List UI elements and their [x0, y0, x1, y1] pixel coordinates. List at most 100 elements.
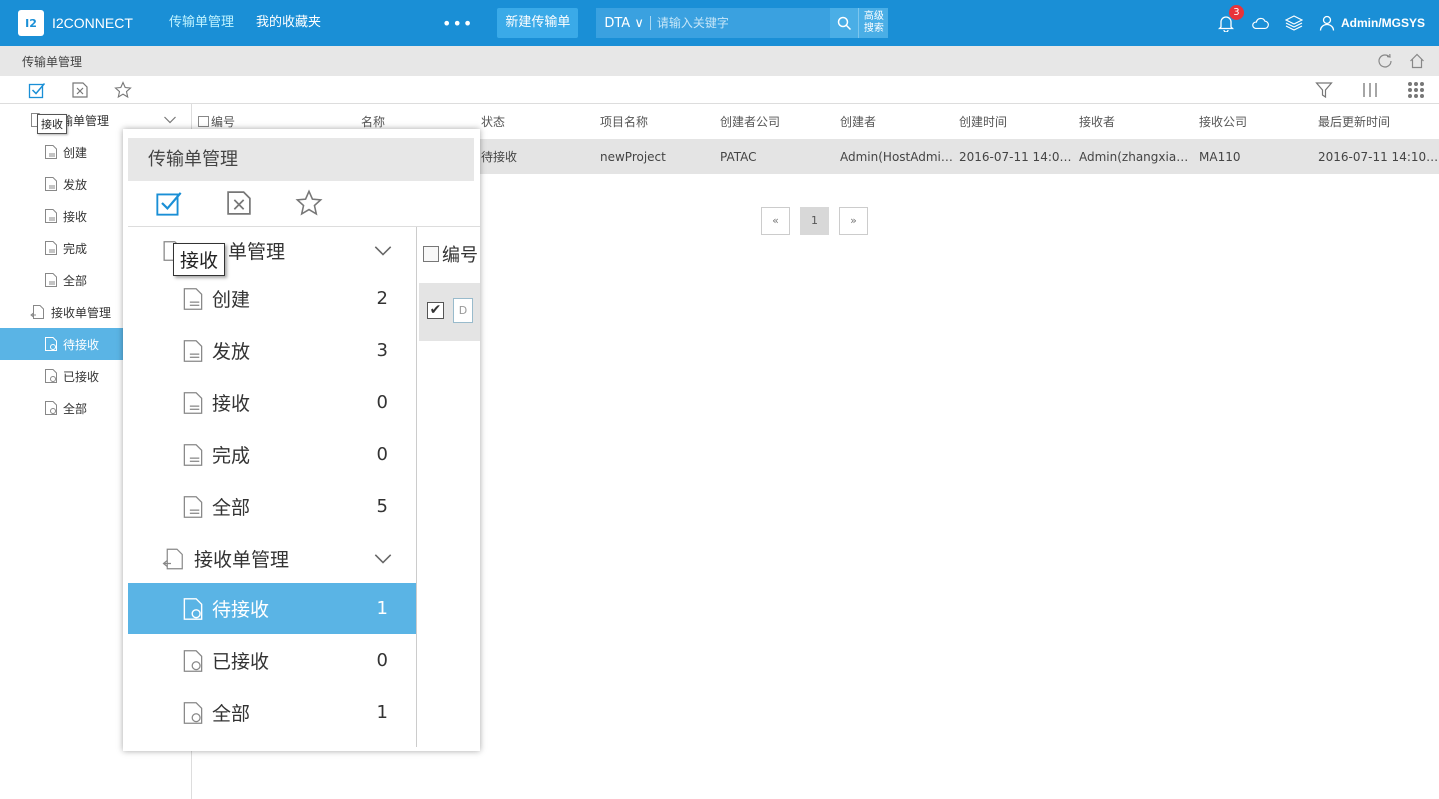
user-name: Admin/MGSYS [1340, 16, 1425, 30]
check-all-button[interactable] [28, 81, 46, 99]
zoom-toolbar [155, 189, 365, 217]
favorite-button[interactable] [114, 80, 132, 99]
home-icon [1410, 53, 1424, 69]
cell-updated-time: 2016-07-11 14:10:12 [1318, 149, 1439, 164]
zoom-select-all-checkbox[interactable] [423, 246, 439, 262]
select-all-checkbox[interactable] [198, 116, 209, 127]
column-header-project[interactable]: 项目名称 [595, 113, 715, 130]
tree-item-label: 全部 [212, 497, 251, 519]
layers-button[interactable] [1284, 14, 1303, 32]
cell-created-time: 2016-07-11 14:08:57 [959, 149, 1074, 164]
user-menu[interactable]: Admin/MGSYS [1319, 15, 1425, 31]
row-checkbox-checked[interactable]: ✔ [427, 302, 444, 319]
app-logo[interactable]: I2 I2CONNECT [18, 10, 158, 36]
receive-doc-icon [183, 649, 203, 672]
document-icon [45, 209, 57, 223]
column-header-receiver[interactable]: 接收者 [1074, 113, 1194, 130]
receive-doc-icon [30, 305, 44, 319]
chevron-down-icon[interactable] [163, 115, 177, 125]
zoom-tree-item-pending[interactable]: 待接收 1 [128, 583, 416, 634]
tree-group-label: 单管理 [228, 241, 286, 263]
filter-button[interactable] [1315, 81, 1333, 99]
star-icon [114, 80, 132, 98]
zoom-tree-item-all[interactable]: 全部 5 [128, 481, 416, 532]
tree-item-label: 创建 [63, 145, 88, 160]
column-header-receiver-company[interactable]: 接收公司 [1194, 113, 1313, 130]
zoom-tree-item-receive[interactable]: 接收 0 [128, 377, 416, 428]
layers-icon [1284, 15, 1303, 31]
notification-button[interactable]: 3 [1217, 5, 1244, 32]
cloud-button[interactable] [1251, 14, 1269, 32]
zoom-table-row[interactable]: ✔ D [419, 283, 480, 341]
receive-doc-icon [45, 401, 57, 415]
columns-button[interactable] [1361, 81, 1379, 99]
main-nav: 传输单管理 我的收藏夹 [158, 0, 332, 46]
nav-transfer-management[interactable]: 传输单管理 [158, 0, 245, 46]
advanced-search-button[interactable]: 高级 搜索 [858, 8, 889, 38]
document-icon [45, 177, 57, 191]
search-divider [649, 16, 651, 30]
cell-creator: Admin(HostAdmini... [840, 149, 954, 164]
top-right-actions: 3 Admin/MGSYS [1201, 5, 1425, 32]
column-header-number[interactable]: 编号 [193, 113, 356, 130]
cell-creator-company: PATAC [720, 149, 757, 164]
more-menu-icon[interactable]: ••• [442, 14, 473, 33]
cell-receiver: Admin(zhangxiaoy... [1079, 149, 1194, 164]
document-icon [183, 443, 203, 466]
tree-group-label: 接收单管理 [51, 305, 112, 320]
zoom-tree-group-transfer[interactable]: 单管理 [128, 225, 416, 276]
refresh-button[interactable] [1377, 53, 1393, 69]
tree-item-label: 创建 [212, 289, 251, 311]
check-square-icon [156, 192, 182, 216]
uncheck-all-button[interactable] [71, 81, 89, 99]
grid-menu-button[interactable] [1407, 81, 1425, 99]
chevron-down-icon[interactable] [372, 244, 394, 258]
search-input[interactable] [656, 16, 831, 30]
chevron-down-icon[interactable] [372, 552, 394, 566]
document-icon [45, 145, 57, 159]
logo-mark: I2 [18, 10, 44, 36]
column-header-updated-time[interactable]: 最后更新时间 [1313, 113, 1439, 130]
tree-item-label: 已接收 [63, 369, 100, 384]
column-header-name[interactable]: 名称 [356, 113, 476, 130]
zoom-tree-item-received[interactable]: 已接收 0 [128, 635, 416, 686]
tree-item-label: 完成 [212, 445, 251, 467]
search-button[interactable] [830, 8, 859, 38]
page-button-1[interactable]: 1 [800, 207, 829, 235]
new-transfer-button[interactable]: 新建传输单 [497, 8, 579, 38]
zoom-tree-item-release[interactable]: 发放 3 [128, 325, 416, 376]
toolbar [0, 76, 1439, 104]
document-icon [183, 391, 203, 414]
tree-item-label: 待接收 [63, 337, 100, 352]
advanced-search-label-2: 搜索 [863, 23, 884, 34]
tree-item-label: 全部 [63, 401, 88, 416]
zoom-column-label: 编号 [442, 245, 478, 266]
zoom-tree-item-receive-all[interactable]: 全部 1 [128, 687, 416, 738]
check-square-icon [28, 82, 46, 98]
zoom-magnifier-panel: 传输单管理 单管理 接收 创建 2 发放 3 接收 0 完成 0 全部 5 接收… [123, 129, 480, 751]
zoom-uncheck-all-button[interactable] [225, 189, 253, 217]
prev-page-button[interactable]: « [761, 207, 790, 235]
tree-item-label: 待接收 [212, 599, 270, 621]
tree-group-label: 接收单管理 [194, 549, 290, 571]
zoom-breadcrumb: 传输单管理 [128, 138, 474, 181]
zoom-check-all-button[interactable] [155, 189, 183, 217]
next-page-button[interactable]: » [839, 207, 868, 235]
uncheck-document-icon [72, 81, 88, 98]
document-icon [183, 287, 203, 310]
nav-favorites[interactable]: 我的收藏夹 [245, 0, 332, 46]
home-button[interactable] [1409, 53, 1425, 69]
column-header-status[interactable]: 状态 [476, 113, 595, 130]
zoom-favorite-button[interactable] [295, 189, 323, 217]
column-header-creator-company[interactable]: 创建者公司 [715, 113, 835, 130]
tree-item-label: 接收 [212, 393, 251, 415]
toolbar-left [28, 80, 157, 99]
zoom-tree-item-complete[interactable]: 完成 0 [128, 429, 416, 480]
tree-item-count: 2 [376, 288, 388, 309]
advanced-search-label-1: 高级 [863, 11, 884, 22]
zoom-tree-group-receive[interactable]: 接收单管理 [128, 533, 416, 584]
search-type-dropdown[interactable]: DTA ∨ [596, 16, 650, 31]
column-header-creator[interactable]: 创建者 [835, 113, 954, 130]
column-header-created-time[interactable]: 创建时间 [954, 113, 1074, 130]
zoom-tree-item-create[interactable]: 创建 2 [128, 273, 416, 324]
